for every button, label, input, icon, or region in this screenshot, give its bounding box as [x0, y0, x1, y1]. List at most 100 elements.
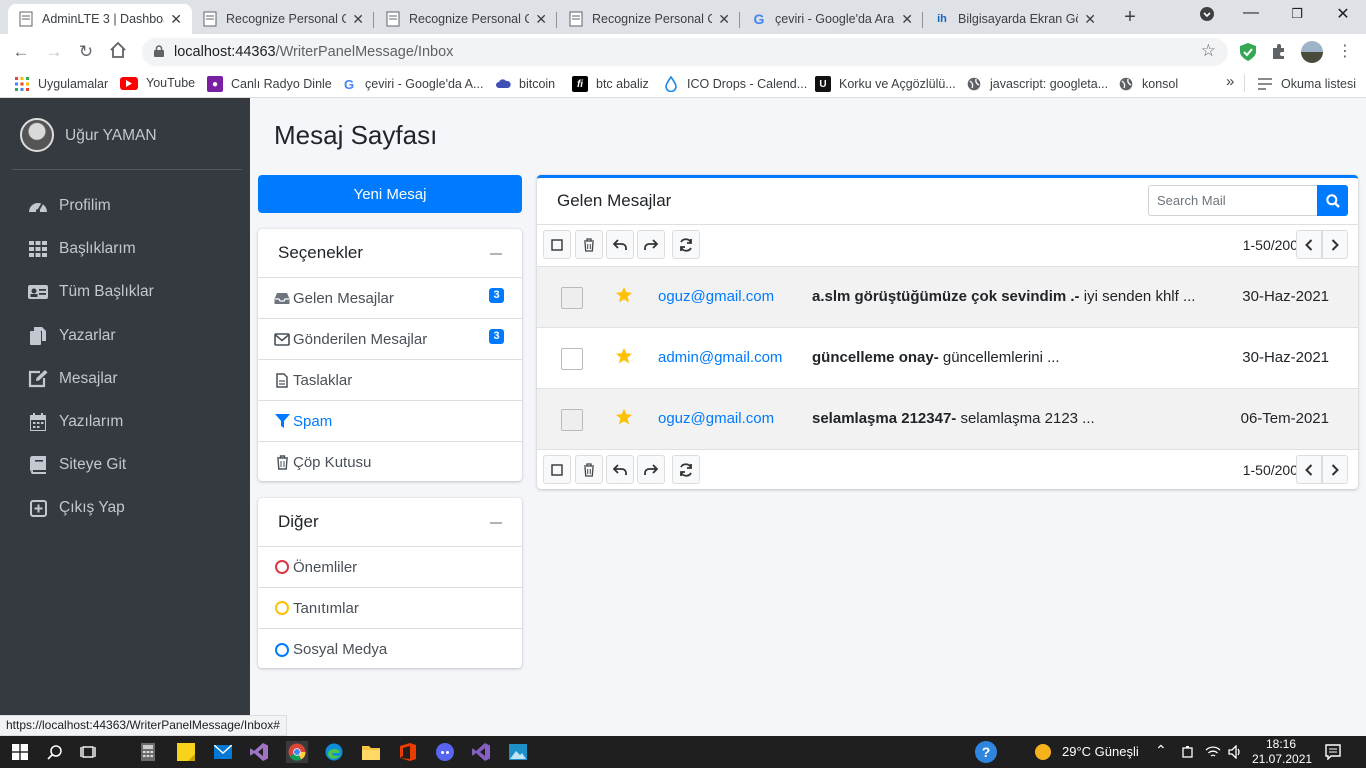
table-row[interactable]: oguz@gmail.com a.slm görüştüğümüze çok s…: [537, 266, 1358, 327]
compose-button[interactable]: Yeni Mesaj: [258, 175, 522, 213]
bookmark-apps[interactable]: Uygulamalar: [14, 76, 108, 92]
search-input[interactable]: [1148, 185, 1317, 216]
mail-subject[interactable]: güncelleme onay- güncellemlerini ...: [812, 349, 1060, 366]
mail-sender[interactable]: oguz@gmail.com: [658, 288, 774, 305]
sticky-notes-icon[interactable]: [176, 742, 196, 762]
visual-studio-icon[interactable]: [471, 742, 491, 762]
battery-icon[interactable]: [1178, 742, 1198, 762]
close-icon[interactable]: ✕: [352, 11, 364, 28]
mail-subject[interactable]: selamlaşma 212347- selamlaşma 2123 ...: [812, 410, 1095, 427]
sidebar-item-profilim[interactable]: Profilim: [8, 186, 242, 226]
restore-icon[interactable]: ❐: [1274, 6, 1320, 22]
forward-button[interactable]: [637, 455, 665, 484]
photos-icon[interactable]: [508, 742, 528, 762]
sidebar-item-yazilarim[interactable]: Yazılarım: [8, 402, 242, 442]
new-tab-button[interactable]: +: [1118, 6, 1142, 30]
sidebar-item-basliklarim[interactable]: Başlıklarım: [8, 229, 242, 269]
sidebar-item-siteye-git[interactable]: Siteye Git: [8, 445, 242, 485]
bookmark-youtube[interactable]: YouTube: [120, 76, 195, 90]
forward-button[interactable]: [637, 230, 665, 259]
sidebar-item-yazarlar[interactable]: Yazarlar: [8, 316, 242, 356]
chevron-up-icon[interactable]: ⌃: [1155, 742, 1167, 759]
discord-icon[interactable]: [435, 742, 455, 762]
menu-icon[interactable]: ⋮: [1334, 41, 1356, 63]
sidebar-item-cikis-yap[interactable]: Çıkış Yap: [8, 488, 242, 528]
bookmark-ceviri[interactable]: G çeviri - Google'da A...: [341, 76, 483, 92]
weather-text[interactable]: 29°C Güneşli: [1062, 744, 1139, 759]
collapse-icon[interactable]: [490, 253, 502, 255]
folder-trash[interactable]: Çöp Kutusu: [258, 442, 522, 483]
star-icon[interactable]: [615, 286, 633, 304]
browser-tab[interactable]: Recognize Personal Ca ✕: [558, 4, 740, 34]
tab-search-icon[interactable]: [1184, 6, 1230, 27]
minimize-icon[interactable]: —: [1228, 4, 1274, 22]
row-checkbox[interactable]: [561, 409, 583, 431]
bookmark-bitcoin[interactable]: bitcoin: [495, 76, 555, 92]
mail-app-icon[interactable]: [213, 742, 233, 762]
search-button[interactable]: [1317, 185, 1348, 216]
mail-subject[interactable]: a.slm görüştüğümüze çok sevindim .- iyi …: [812, 288, 1195, 305]
label-social[interactable]: Sosyal Medya: [258, 629, 522, 670]
star-icon[interactable]: [615, 408, 633, 426]
refresh-button[interactable]: [672, 455, 700, 484]
file-explorer-icon[interactable]: [361, 742, 381, 762]
browser-tab[interactable]: Recognize Personal Ca ✕: [375, 4, 557, 34]
user-name[interactable]: Uğur YAMAN: [65, 127, 157, 145]
next-page-button[interactable]: [1322, 455, 1348, 484]
office-icon[interactable]: [398, 742, 418, 762]
search-icon[interactable]: [45, 742, 65, 762]
windows-start-icon[interactable]: [10, 742, 30, 762]
chrome-icon[interactable]: [286, 741, 308, 763]
prev-page-button[interactable]: [1296, 455, 1322, 484]
bookmarks-overflow[interactable]: »: [1226, 73, 1234, 90]
close-icon[interactable]: ✕: [170, 11, 182, 28]
browser-tab[interactable]: Recognize Personal Ca ✕: [192, 4, 374, 34]
bookmark-konsol[interactable]: konsol: [1118, 76, 1178, 92]
bookmark-icodrops[interactable]: ICO Drops - Calend...: [663, 76, 807, 92]
reply-button[interactable]: [606, 230, 634, 259]
table-row[interactable]: oguz@gmail.com selamlaşma 212347- selaml…: [537, 388, 1358, 449]
close-icon[interactable]: ✕: [901, 11, 913, 28]
delete-button[interactable]: [575, 230, 603, 259]
reading-list[interactable]: Okuma listesi: [1257, 76, 1356, 92]
profile-avatar[interactable]: [1301, 41, 1323, 63]
bookmark-radio[interactable]: ● Canlı Radyo Dinle: [207, 76, 332, 92]
mail-sender[interactable]: oguz@gmail.com: [658, 410, 774, 427]
reload-icon[interactable]: ↻: [75, 41, 97, 63]
puzzle-extensions-icon[interactable]: [1270, 42, 1290, 62]
clock-date[interactable]: 21.07.2021: [1252, 752, 1312, 766]
select-all-button[interactable]: [543, 230, 571, 259]
folder-inbox[interactable]: Gelen Mesajlar 3: [258, 278, 522, 319]
bookmark-korku[interactable]: U Korku ve Açgözlülü...: [815, 76, 956, 92]
notifications-icon[interactable]: [1323, 742, 1343, 762]
wifi-icon[interactable]: [1203, 742, 1223, 762]
bookmark-btc[interactable]: fi btc abaliz: [572, 76, 649, 92]
folder-sent[interactable]: Gönderilen Mesajlar 3: [258, 319, 522, 360]
close-icon[interactable]: ✕: [718, 11, 730, 28]
row-checkbox[interactable]: [561, 287, 583, 309]
bookmark-javascript[interactable]: javascript: googleta...: [966, 76, 1108, 92]
collapse-icon[interactable]: [490, 522, 502, 524]
close-window-icon[interactable]: ✕: [1320, 4, 1366, 24]
visual-studio-icon[interactable]: [249, 742, 269, 762]
volume-icon[interactable]: [1226, 742, 1246, 762]
next-page-button[interactable]: [1322, 230, 1348, 259]
label-promotions[interactable]: Tanıtımlar: [258, 588, 522, 629]
sidebar-item-mesajlar[interactable]: Mesajlar: [8, 359, 242, 399]
browser-tab[interactable]: G çeviri - Google'da Ara ✕: [741, 4, 923, 34]
reply-button[interactable]: [606, 455, 634, 484]
forward-icon[interactable]: →: [43, 41, 65, 63]
mail-sender[interactable]: admin@gmail.com: [658, 349, 782, 366]
sidebar-item-tum-basliklar[interactable]: Tüm Başlıklar: [8, 272, 242, 312]
label-important[interactable]: Önemliler: [258, 547, 522, 588]
edge-icon[interactable]: [324, 742, 344, 762]
select-all-button[interactable]: [543, 455, 571, 484]
delete-button[interactable]: [575, 455, 603, 484]
browser-tab[interactable]: ih Bilgisayarda Ekran Gör ✕: [924, 4, 1106, 34]
url-bar[interactable]: localhost:44363/WriterPanelMessage/Inbox…: [142, 38, 1228, 66]
close-icon[interactable]: ✕: [535, 11, 547, 28]
table-row[interactable]: admin@gmail.com güncelleme onay- güncell…: [537, 327, 1358, 388]
clock-time[interactable]: 18:16: [1266, 737, 1296, 751]
help-icon[interactable]: ?: [975, 741, 997, 763]
avatar[interactable]: [20, 118, 54, 152]
